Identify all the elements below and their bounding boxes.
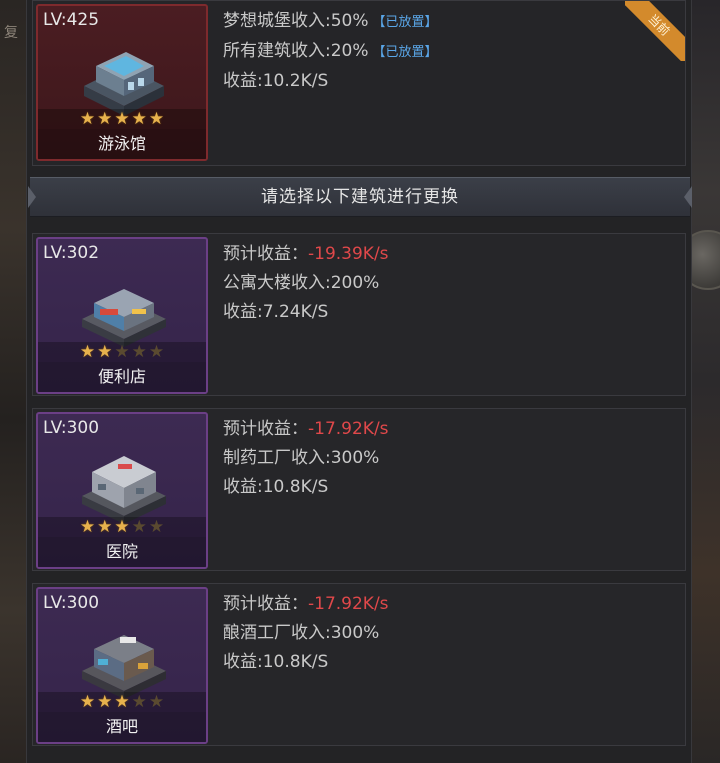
star-icon: ★ [79, 109, 96, 129]
current-building-card: LV:425 ★ ★ ★ ★ ★ 游泳馆 梦想城堡收入:50% 【已放置】 所有建筑收入:… [32, 0, 686, 166]
star-icon: ★ [148, 692, 165, 712]
building-option-card[interactable]: LV:302 ★ ★ ★ ★ ★ 便利店 预计收益：-19.39K/s 公寓大楼收入:2… [32, 233, 686, 396]
building-thumbnail[interactable]: LV:302 ★ ★ ★ ★ ★ 便利店 [36, 237, 208, 394]
building-option-card[interactable]: LV:300 ★ ★ ★ ★ ★ 医院 预计收益：-17.92K/s 制药工厂收入:30… [32, 408, 686, 571]
building-level: LV:300 [43, 418, 100, 438]
star-icon: ★ [148, 342, 165, 362]
star-icon: ★ [97, 692, 113, 712]
income-line: 收益:10.8K/S [223, 652, 329, 672]
forecast-value: -19.39K/s [308, 244, 389, 264]
star-icon: ★ [97, 517, 113, 537]
section-header-title: 请选择以下建筑进行更换 [261, 187, 459, 207]
star-rating: ★ ★ ★ ★ ★ [38, 517, 206, 537]
game-background-left: 复 [0, 0, 26, 763]
forecast-label: 预计收益： [223, 594, 308, 614]
forecast-value: -17.92K/s [308, 419, 389, 439]
building-stats: 预计收益：-17.92K/s 制药工厂收入:300% 收益:10.8K/S [223, 415, 389, 502]
hospital-building-icon [82, 456, 166, 524]
convenience-store-building-icon [82, 289, 166, 347]
star-icon: ★ [97, 109, 113, 129]
bonus-line: 公寓大楼收入:200% [223, 273, 380, 293]
income-line: 收益:7.24K/S [223, 302, 329, 322]
star-rating: ★ ★ ★ ★ ★ [38, 692, 206, 712]
stat-text: 所有建筑收入:20% [223, 41, 369, 61]
building-name: 医院 [38, 537, 206, 567]
current-badge: 当前 [625, 1, 685, 61]
forecast-label: 预计收益： [223, 419, 308, 439]
building-option-card[interactable]: LV:300 ★ ★ ★ ★ ★ 酒吧 预计收益：-17.92K/s 酿酒工厂收入:30… [32, 583, 686, 746]
building-thumbnail[interactable]: LV:300 ★ ★ ★ ★ ★ 医院 [36, 412, 208, 569]
building-stats: 预计收益：-19.39K/s 公寓大楼收入:200% 收益:7.24K/S [223, 240, 389, 327]
background-label: 复 [4, 25, 18, 41]
star-rating: ★ ★ ★ ★ ★ [38, 109, 206, 129]
building-thumbnail[interactable]: LV:425 ★ ★ ★ ★ ★ 游泳馆 [36, 4, 208, 161]
bonus-line: 酿酒工厂收入:300% [223, 623, 380, 643]
forecast-line: 预计收益：-17.92K/s [223, 415, 389, 444]
placed-tag: 【已放置】 [372, 15, 438, 30]
building-stats: 预计收益：-17.92K/s 酿酒工厂收入:300% 收益:10.8K/S [223, 590, 389, 677]
forecast-label: 预计收益： [223, 244, 308, 264]
building-name: 酒吧 [38, 712, 206, 742]
bonus-line: 制药工厂收入:300% [223, 448, 380, 468]
star-icon: ★ [97, 342, 113, 362]
stat-line: 梦想城堡收入:50% 【已放置】 [223, 7, 438, 37]
star-icon: ★ [131, 342, 147, 362]
star-icon: ★ [79, 692, 96, 712]
star-icon: ★ [131, 692, 147, 712]
star-icon: ★ [131, 109, 147, 129]
stat-line: 所有建筑收入:20% 【已放置】 [223, 37, 438, 67]
star-rating: ★ ★ ★ ★ ★ [38, 342, 206, 362]
forecast-line: 预计收益：-17.92K/s [223, 590, 389, 619]
swimming-pool-building-icon [84, 52, 164, 116]
placed-tag: 【已放置】 [372, 45, 438, 60]
building-stats: 梦想城堡收入:50% 【已放置】 所有建筑收入:20% 【已放置】 收益:10.2K… [223, 7, 438, 96]
income-line: 收益:10.2K/S [223, 71, 329, 91]
building-level: LV:302 [43, 243, 100, 263]
current-badge-label: 当前 [625, 1, 685, 61]
star-icon: ★ [79, 517, 96, 537]
star-icon: ★ [114, 109, 130, 129]
stat-text: 梦想城堡收入:50% [223, 11, 369, 31]
income-line: 收益:10.8K/S [223, 477, 329, 497]
star-icon: ★ [148, 109, 165, 129]
forecast-value: -17.92K/s [308, 594, 389, 614]
star-icon: ★ [114, 692, 130, 712]
star-icon: ★ [114, 342, 130, 362]
building-name: 便利店 [38, 362, 206, 392]
building-level: LV:300 [43, 593, 100, 613]
bar-building-icon [82, 635, 166, 699]
star-icon: ★ [131, 517, 147, 537]
game-background-right [678, 0, 720, 763]
section-header: 请选择以下建筑进行更换 [28, 177, 692, 217]
star-icon: ★ [148, 517, 165, 537]
building-level: LV:425 [43, 10, 100, 30]
forecast-line: 预计收益：-19.39K/s [223, 240, 389, 269]
star-icon: ★ [114, 517, 130, 537]
star-icon: ★ [79, 342, 96, 362]
building-thumbnail[interactable]: LV:300 ★ ★ ★ ★ ★ 酒吧 [36, 587, 208, 744]
building-name: 游泳馆 [38, 129, 206, 159]
